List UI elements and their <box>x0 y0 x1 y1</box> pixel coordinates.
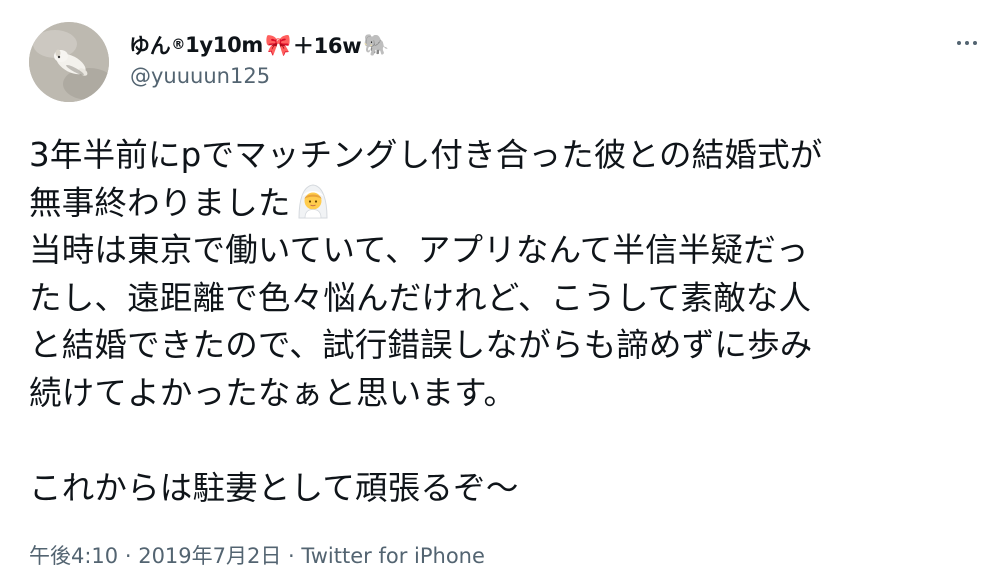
meta-separator: · <box>281 544 302 568</box>
elephant-icon: 🐘 <box>363 32 390 57</box>
author-handle[interactable]: @yuuuun125 <box>130 64 270 88</box>
tweet-meta: 午後4:10 · 2019年7月2日 · Twitter for iPhone <box>29 540 485 570</box>
registered-mark: ® <box>171 37 186 53</box>
tweet-line: 無事終わりました <box>29 183 291 222</box>
author-display-name[interactable]: ゆん ® 1y10m 🎀 ＋16w 🐘 <box>129 30 391 60</box>
display-name-text: ゆん <box>129 34 171 58</box>
tweet-line-with-emoji: 無事終わりました <box>29 180 989 228</box>
person-with-veil-icon <box>298 183 328 218</box>
tweet-line: たし、遠距離で色々悩んだけれど、こうして素敵な人 <box>29 278 812 317</box>
display-name-suffix-2: ＋16w <box>292 34 362 58</box>
tweet-date[interactable]: 2019年7月2日 <box>138 544 281 568</box>
tweet-source-link[interactable]: Twitter for iPhone <box>301 544 485 568</box>
more-dot <box>957 41 961 45</box>
author-avatar[interactable] <box>29 22 109 102</box>
ribbon-icon: 🎀 <box>265 32 291 57</box>
tweet-time[interactable]: 午後4:10 <box>29 544 118 568</box>
tweet-line: 当時は東京で働いていて、アプリなんて半信半疑だっ <box>29 231 809 269</box>
display-name-suffix: 1y10m <box>185 33 264 57</box>
tweet-line: これからは駐妻として頑張るぞ〜 <box>29 468 519 507</box>
more-options-icon[interactable] <box>950 28 984 58</box>
tweet-line: 3年半前にpでマッチングし付き合った彼との結婚式が <box>29 136 823 174</box>
tweet-line: 続けてよかったなぁと思います。 <box>29 373 517 412</box>
tweet-text: 3年半前にpでマッチングし付き合った彼との結婚式が 無事終わりました 当時は東京… <box>29 132 989 512</box>
meta-separator: · <box>118 544 139 568</box>
more-dot <box>965 41 969 45</box>
tweet-card: ゆん ® 1y10m 🎀 ＋16w 🐘 @yuuuun125 3年半前にpでマッ… <box>0 0 1004 587</box>
more-dot <box>973 41 977 45</box>
tweet-line: と結婚できたので、試行錯誤しながらも諦めずに歩み <box>29 326 813 364</box>
dog-photo-avatar-icon <box>29 22 109 102</box>
